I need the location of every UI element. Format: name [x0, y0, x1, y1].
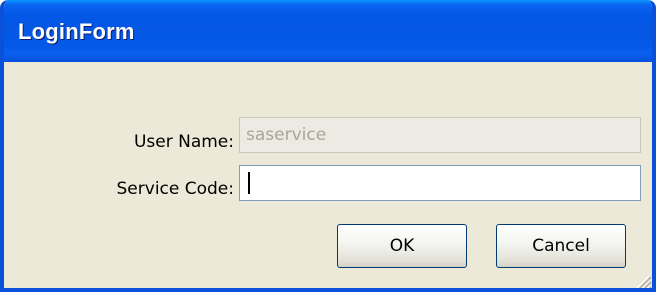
service-code-label: Service Code:	[116, 179, 234, 199]
ok-button[interactable]: OK	[337, 224, 467, 268]
login-window: LoginForm User Name: Service Code: OK Ca…	[0, 0, 656, 292]
window-title: LoginForm	[18, 19, 135, 44]
resize-grip-icon[interactable]	[630, 270, 652, 292]
user-name-field	[239, 117, 641, 153]
user-name-label: User Name:	[133, 132, 234, 152]
text-cursor	[248, 172, 250, 194]
cancel-button[interactable]: Cancel	[496, 224, 626, 268]
form-area: User Name: Service Code: OK Cancel	[4, 62, 652, 292]
service-code-field[interactable]	[239, 165, 641, 201]
title-bar[interactable]: LoginForm	[4, 0, 652, 62]
